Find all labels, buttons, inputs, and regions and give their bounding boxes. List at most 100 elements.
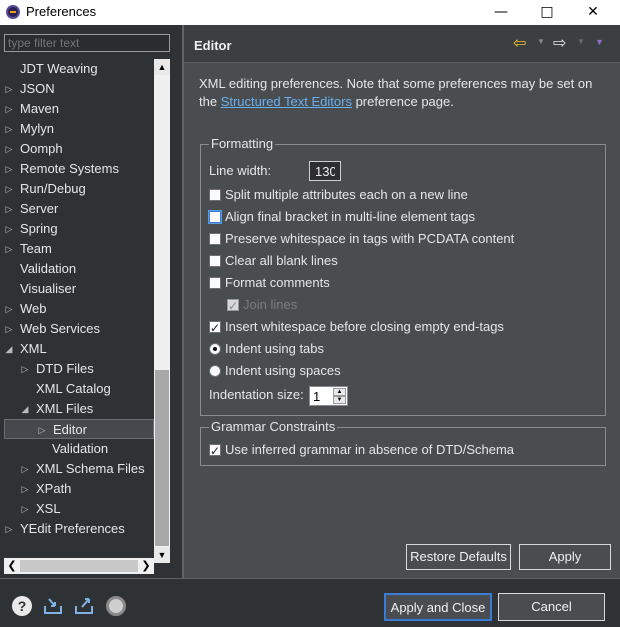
tree-item[interactable]: ▷ JSON (4, 79, 154, 99)
insert-whitespace-checkbox[interactable] (209, 319, 221, 337)
expand-arrow-icon[interactable]: ▷ (37, 420, 47, 440)
tree-item[interactable]: ▷ DTD Files (4, 359, 154, 379)
expand-arrow-icon[interactable]: ▷ (4, 519, 14, 539)
line-width-input[interactable] (309, 161, 341, 181)
tree-item-label: XML Catalog (36, 381, 111, 396)
tree-item[interactable]: ▷ Web (4, 299, 154, 319)
expand-arrow-icon[interactable]: ▷ (4, 159, 14, 179)
expand-arrow-icon[interactable]: ▷ (20, 459, 30, 479)
structured-text-editors-link[interactable]: Structured Text Editors (221, 94, 352, 109)
tree-item[interactable]: ◢ XML Files (4, 399, 154, 419)
tree-item[interactable]: ▷ Mylyn (4, 119, 154, 139)
tree-item[interactable]: ▷ Oomph (4, 139, 154, 159)
tree-item[interactable]: Visualiser (4, 279, 154, 299)
format-comments-checkbox[interactable] (209, 277, 221, 289)
tree-item[interactable]: ▷ Maven (4, 99, 154, 119)
expand-arrow-icon[interactable]: ▷ (4, 219, 14, 239)
preserve-whitespace-label: Preserve whitespace in tags with PCDATA … (225, 231, 515, 246)
tree-item[interactable]: ▷ XML Schema Files (4, 459, 154, 479)
expand-arrow-icon[interactable]: ▷ (4, 199, 14, 219)
apply-button[interactable]: Apply (519, 544, 611, 570)
scroll-track[interactable] (154, 75, 170, 547)
help-icon[interactable]: ? (12, 596, 32, 616)
forward-arrow-icon[interactable]: ⇨ (553, 35, 566, 53)
scroll-right-icon[interactable]: ❯ (138, 558, 154, 574)
export-icon[interactable] (74, 596, 94, 616)
expand-arrow-icon[interactable]: ▷ (4, 79, 14, 99)
forward-history-dropdown-icon[interactable]: ▼ (577, 37, 585, 46)
indentation-size-value[interactable]: 1 (313, 388, 320, 406)
back-arrow-icon[interactable]: ⇦ (513, 35, 526, 53)
indent-spaces-radio[interactable] (209, 365, 221, 377)
use-inferred-grammar-checkbox[interactable] (209, 442, 221, 460)
spinner-down-icon[interactable]: ▼ (333, 396, 346, 404)
tree-item[interactable]: Validation (4, 259, 154, 279)
clear-blank-lines-label: Clear all blank lines (225, 253, 338, 268)
tree-item-label: Mylyn (20, 121, 54, 136)
tree-item-label: XML Files (36, 401, 94, 416)
indent-tabs-radio[interactable] (209, 343, 221, 355)
tree-item[interactable]: ▷ Editor (4, 419, 154, 439)
insert-whitespace-label: Insert whitespace before closing empty e… (225, 319, 504, 334)
expand-arrow-icon[interactable]: ▷ (20, 359, 30, 379)
scroll-down-icon[interactable]: ▼ (154, 547, 170, 563)
tree-item-label: Visualiser (20, 281, 77, 296)
back-history-dropdown-icon[interactable]: ▼ (537, 37, 545, 46)
minimize-button[interactable]: — (478, 0, 524, 25)
oomph-record-icon[interactable] (106, 596, 126, 616)
hscroll-thumb[interactable] (20, 560, 138, 572)
maximize-button[interactable]: □ (524, 0, 570, 25)
expand-arrow-icon[interactable]: ▷ (4, 299, 14, 319)
scroll-left-icon[interactable]: ❮ (4, 558, 20, 574)
align-bracket-checkbox[interactable] (209, 211, 221, 223)
dialog-footer: ? Apply and Close Cancel (0, 579, 620, 627)
tree-item[interactable]: ▷ Server (4, 199, 154, 219)
tree-item[interactable]: ▷ XSL (4, 499, 154, 519)
collapse-arrow-icon[interactable]: ◢ (4, 339, 14, 359)
expand-arrow-icon[interactable]: ▷ (4, 179, 14, 199)
expand-arrow-icon[interactable]: ▷ (20, 479, 30, 499)
tree-item[interactable]: XML Catalog (4, 379, 154, 399)
title-bar: Preferences — □ ✕ (0, 0, 620, 25)
clear-blank-lines-checkbox[interactable] (209, 255, 221, 267)
spinner-up-icon[interactable]: ▲ (333, 388, 346, 396)
tree-item-label: Validation (20, 261, 77, 276)
expand-arrow-icon[interactable]: ▷ (4, 99, 14, 119)
indentation-size-spinner[interactable]: 1 ▲ ▼ (309, 386, 348, 406)
join-lines-checkbox (227, 297, 239, 315)
scroll-thumb[interactable] (155, 370, 169, 546)
scroll-up-icon[interactable]: ▲ (154, 59, 170, 75)
window-title: Preferences (26, 4, 97, 19)
tree-item[interactable]: ▷ YEdit Preferences (4, 519, 154, 539)
expand-arrow-icon[interactable]: ▷ (4, 319, 14, 339)
collapse-arrow-icon[interactable]: ◢ (20, 399, 30, 419)
align-bracket-label: Align final bracket in multi-line elemen… (225, 209, 476, 224)
expand-arrow-icon[interactable]: ▷ (4, 139, 14, 159)
tree-item[interactable]: Validation (4, 439, 154, 459)
split-attributes-checkbox[interactable] (209, 189, 221, 201)
tree-item[interactable]: JDT Weaving (4, 59, 154, 79)
close-button[interactable]: ✕ (570, 0, 616, 25)
tree-item[interactable]: ▷ XPath (4, 479, 154, 499)
tree-item-label: DTD Files (36, 361, 94, 376)
tree-item[interactable]: ▷ Web Services (4, 319, 154, 339)
expand-arrow-icon[interactable]: ▷ (20, 499, 30, 519)
use-inferred-grammar-label: Use inferred grammar in absence of DTD/S… (225, 442, 515, 457)
import-icon[interactable] (43, 596, 63, 616)
tree-item[interactable]: ◢ XML (4, 339, 154, 359)
tree-item[interactable]: ▷ Spring (4, 219, 154, 239)
tree-item[interactable]: ▷ Run/Debug (4, 179, 154, 199)
eclipse-icon (6, 5, 20, 19)
tree-vertical-scrollbar[interactable]: ▲ ▼ (154, 59, 170, 563)
expand-arrow-icon[interactable]: ▷ (4, 239, 14, 259)
tree-item[interactable]: ▷ Team (4, 239, 154, 259)
restore-defaults-button[interactable]: Restore Defaults (406, 544, 511, 570)
expand-arrow-icon[interactable]: ▷ (4, 119, 14, 139)
apply-and-close-button[interactable]: Apply and Close (384, 593, 492, 621)
tree-horizontal-scrollbar[interactable]: ❮ ❯ (4, 558, 154, 574)
view-menu-icon[interactable]: ▼ (595, 37, 604, 47)
preserve-whitespace-checkbox[interactable] (209, 233, 221, 245)
tree-item[interactable]: ▷ Remote Systems (4, 159, 154, 179)
filter-input[interactable] (4, 34, 170, 52)
cancel-button[interactable]: Cancel (498, 593, 605, 621)
